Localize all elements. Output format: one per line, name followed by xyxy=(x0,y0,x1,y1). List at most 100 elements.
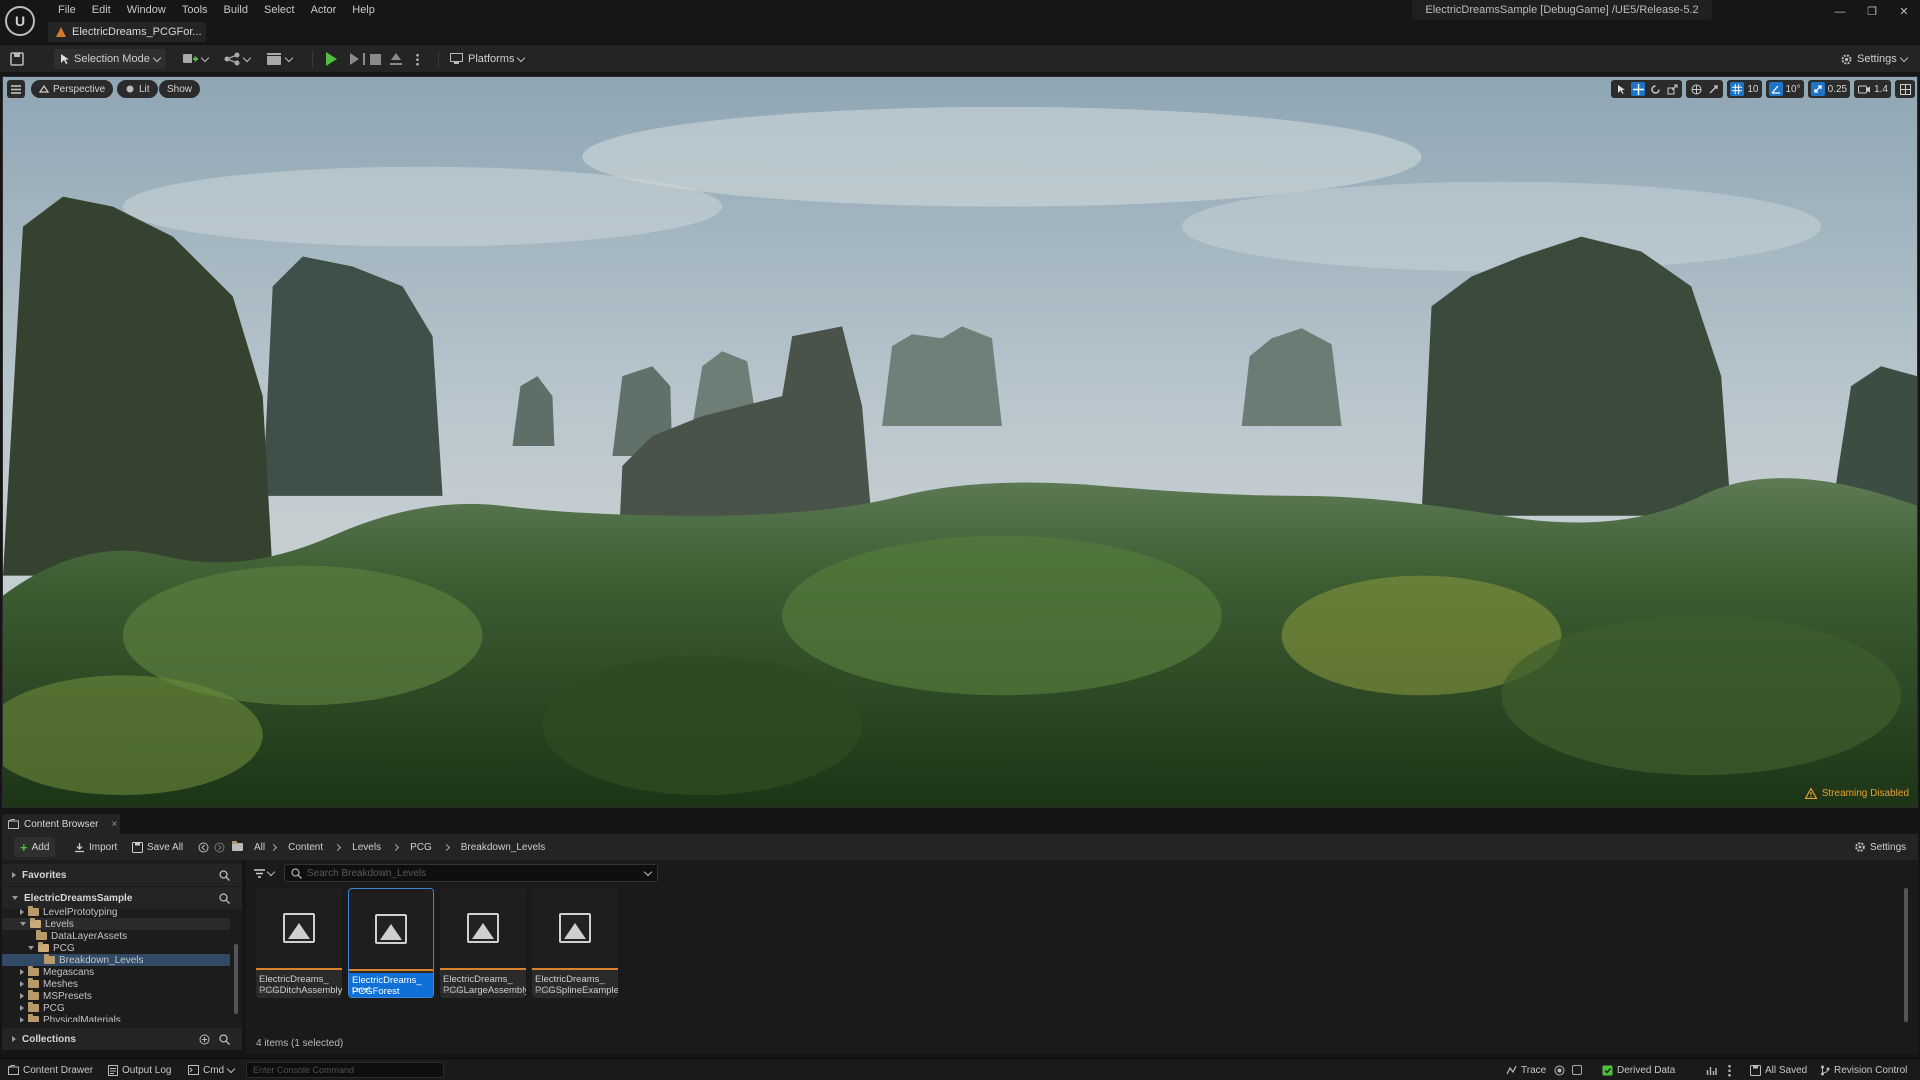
asset-tile[interactable]: ElectricDreams_ PCGForest Level xyxy=(348,888,434,998)
asset-tile[interactable]: ElectricDreams_ PCGLargeAssembly Level xyxy=(440,888,526,998)
close-icon[interactable]: ✕ xyxy=(1888,0,1920,24)
translate-icon[interactable] xyxy=(1631,82,1646,96)
tree-item[interactable]: Megascans xyxy=(2,966,230,978)
screenshot-button[interactable] xyxy=(1572,1062,1582,1078)
menu-build[interactable]: Build xyxy=(216,2,256,18)
breadcrumb-all[interactable]: All xyxy=(248,842,271,853)
content-drawer-button[interactable]: Content Drawer xyxy=(8,1062,93,1078)
menu-tools[interactable]: Tools xyxy=(174,2,216,18)
status-options-button[interactable] xyxy=(1728,1062,1731,1078)
add-collection-icon[interactable] xyxy=(199,1034,210,1045)
search-icon[interactable] xyxy=(219,869,230,881)
platforms-dropdown[interactable]: Platforms xyxy=(450,49,526,69)
search-icon[interactable] xyxy=(219,892,230,904)
all-saved-button[interactable]: All Saved xyxy=(1750,1062,1807,1078)
menu-file[interactable]: File xyxy=(50,2,84,18)
maximize-viewport-icon[interactable] xyxy=(1898,82,1912,96)
rotation-snap-group[interactable]: 10° xyxy=(1765,80,1804,98)
viewport-options-button[interactable] xyxy=(7,80,25,98)
camera-icon[interactable] xyxy=(1857,82,1871,96)
tree-item[interactable]: Meshes xyxy=(2,978,230,990)
scale-snap-group[interactable]: 0.25 xyxy=(1807,80,1851,98)
angle-snap-icon[interactable] xyxy=(1768,82,1783,96)
output-log-button[interactable]: Output Log xyxy=(108,1062,171,1078)
tree-item[interactable]: DataLayerAssets xyxy=(2,930,230,942)
menu-select[interactable]: Select xyxy=(256,2,303,18)
revision-control-button[interactable]: Revision Control xyxy=(1820,1062,1907,1078)
asset-search-input[interactable] xyxy=(307,867,640,879)
tree-item[interactable]: LevelPrototyping xyxy=(2,906,230,918)
tree-item[interactable]: PCG xyxy=(2,1002,230,1014)
advance-frame-button[interactable] xyxy=(350,49,365,69)
perspective-button[interactable]: Perspective xyxy=(31,80,114,98)
menu-window[interactable]: Window xyxy=(119,2,174,18)
close-tab-icon[interactable]: × xyxy=(111,819,117,830)
settings-button[interactable]: Settings xyxy=(1840,49,1908,69)
stop-button[interactable] xyxy=(370,49,381,69)
menu-edit[interactable]: Edit xyxy=(84,2,119,18)
tree-item[interactable]: PCG xyxy=(2,942,230,954)
collections-header[interactable]: Collections xyxy=(2,1028,242,1050)
minimize-icon[interactable]: — xyxy=(1824,0,1856,24)
breadcrumb-breakdown-levels[interactable]: Breakdown_Levels xyxy=(449,842,558,853)
tree-item[interactable]: Breakdown_Levels xyxy=(2,954,230,966)
import-button[interactable]: Import xyxy=(68,837,123,857)
chevron-down-icon[interactable] xyxy=(20,922,26,926)
asset-tile[interactable]: ElectricDreams_ PCGDitchAssembly Level xyxy=(256,888,342,998)
chevron-right-icon[interactable] xyxy=(20,981,24,987)
chevron-down-icon[interactable] xyxy=(28,946,34,950)
chevron-right-icon[interactable] xyxy=(20,909,24,915)
chevron-right-icon[interactable] xyxy=(20,1005,24,1011)
chevron-down-icon[interactable] xyxy=(643,867,653,876)
select-mode-icon[interactable] xyxy=(1614,82,1628,96)
cb-settings-button[interactable]: Settings xyxy=(1848,837,1912,857)
chevron-right-icon[interactable] xyxy=(20,993,24,999)
eject-button[interactable] xyxy=(390,49,402,69)
grid-snap-group[interactable]: 10 xyxy=(1727,80,1762,98)
tree-item[interactable]: Levels xyxy=(2,918,230,930)
play-button[interactable] xyxy=(326,49,337,69)
blueprints-button[interactable] xyxy=(224,49,252,69)
tree-item[interactable]: MSPresets xyxy=(2,990,230,1002)
content-browser-tab[interactable]: Content Browser × xyxy=(2,814,120,834)
globe-icon[interactable] xyxy=(1689,82,1703,96)
rotate-icon[interactable] xyxy=(1648,82,1662,96)
breadcrumb-content[interactable]: Content xyxy=(276,842,335,853)
camera-speed-group[interactable]: 1.4 xyxy=(1854,80,1891,98)
save-button[interactable] xyxy=(10,49,24,69)
breadcrumb-levels[interactable]: Levels xyxy=(340,842,393,853)
menu-help[interactable]: Help xyxy=(344,2,383,18)
surface-snap-icon[interactable] xyxy=(1706,82,1720,96)
lit-button[interactable]: Lit xyxy=(117,80,158,98)
menu-actor[interactable]: Actor xyxy=(303,2,345,18)
asset-scrollbar[interactable] xyxy=(1904,888,1908,1022)
source-control-button[interactable] xyxy=(1706,1062,1717,1078)
filter-button[interactable] xyxy=(254,867,276,878)
folder-browse-button[interactable] xyxy=(226,837,249,857)
level-tab[interactable]: ElectricDreams_PCGFor... xyxy=(48,22,206,42)
grid-snap-icon[interactable] xyxy=(1730,82,1745,96)
save-all-button[interactable]: Save All xyxy=(126,837,189,857)
trace-button[interactable]: Trace xyxy=(1506,1062,1546,1078)
cmd-dropdown[interactable]: Cmd xyxy=(188,1062,236,1078)
unreal-logo-icon[interactable]: U xyxy=(5,6,35,36)
tree-item[interactable]: PhysicalMaterials xyxy=(2,1014,230,1022)
selection-mode-dropdown[interactable]: Selection Mode xyxy=(54,49,166,69)
restore-icon[interactable]: ❐ xyxy=(1856,0,1888,24)
play-options-button[interactable] xyxy=(416,49,419,69)
add-actor-button[interactable] xyxy=(182,49,210,69)
search-icon[interactable] xyxy=(219,1033,230,1045)
level-viewport[interactable]: Perspective Lit Show 10 10° 0.25 1.4 Str… xyxy=(2,76,1918,808)
chevron-right-icon[interactable] xyxy=(20,969,24,975)
tree-scrollbar[interactable] xyxy=(234,944,238,1014)
derived-data-button[interactable]: Derived Data xyxy=(1602,1062,1675,1078)
show-button[interactable]: Show xyxy=(159,80,201,98)
favorites-header[interactable]: Favorites xyxy=(2,864,242,886)
breadcrumb-pcg[interactable]: PCG xyxy=(398,842,444,853)
console-command-input[interactable] xyxy=(246,1062,444,1078)
layout-group[interactable] xyxy=(1895,80,1915,98)
record-button[interactable] xyxy=(1554,1062,1565,1078)
scale-snap-icon[interactable] xyxy=(1810,82,1825,96)
scale-icon[interactable] xyxy=(1665,82,1679,96)
cinematics-button[interactable] xyxy=(266,49,294,69)
